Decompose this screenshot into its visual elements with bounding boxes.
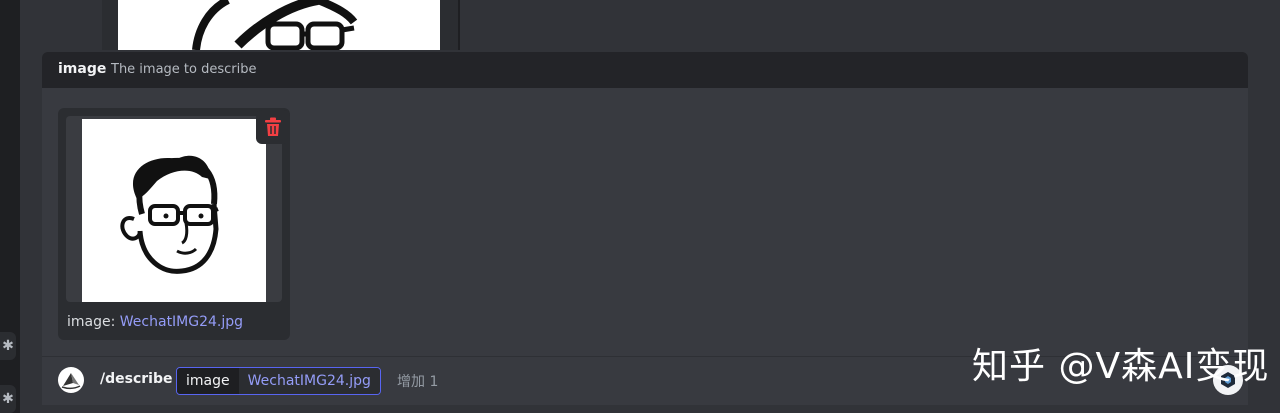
- attachment-area: image: WechatIMG24.jpg: [42, 88, 1248, 356]
- gear-icon[interactable]: ✱: [0, 332, 16, 360]
- attachment-thumbnail[interactable]: [82, 119, 266, 302]
- thumbnail-frame: [66, 116, 282, 302]
- server-rail: ✱ ✱: [0, 0, 20, 413]
- option-chip-value: WechatIMG24.jpg: [238, 368, 380, 394]
- bot-avatar: [58, 367, 84, 393]
- option-header: image The image to describe: [42, 52, 1248, 88]
- delete-attachment-button[interactable]: [256, 110, 290, 144]
- chat-area: image The image to describe image: Wecha…: [20, 0, 1280, 413]
- attachment-card[interactable]: image: WechatIMG24.jpg: [58, 108, 290, 340]
- watermark: 知乎 @V森AI变现: [972, 346, 1270, 387]
- option-name: image: [58, 61, 107, 77]
- previous-message-image[interactable]: [118, 0, 440, 50]
- gear-icon[interactable]: ✱: [0, 385, 16, 413]
- option-description: The image to describe: [111, 62, 257, 77]
- attachment-filename-link[interactable]: WechatIMG24.jpg: [120, 314, 243, 330]
- command-name: /describe: [100, 371, 173, 387]
- more-options-button[interactable]: 增加 1: [397, 371, 438, 391]
- attachment-caption: image: WechatIMG24.jpg: [67, 314, 243, 330]
- trash-icon: [265, 117, 281, 136]
- option-chip[interactable]: image WechatIMG24.jpg: [176, 367, 381, 395]
- attachment-caption-label: image:: [67, 314, 116, 330]
- option-chip-key: image: [177, 368, 239, 394]
